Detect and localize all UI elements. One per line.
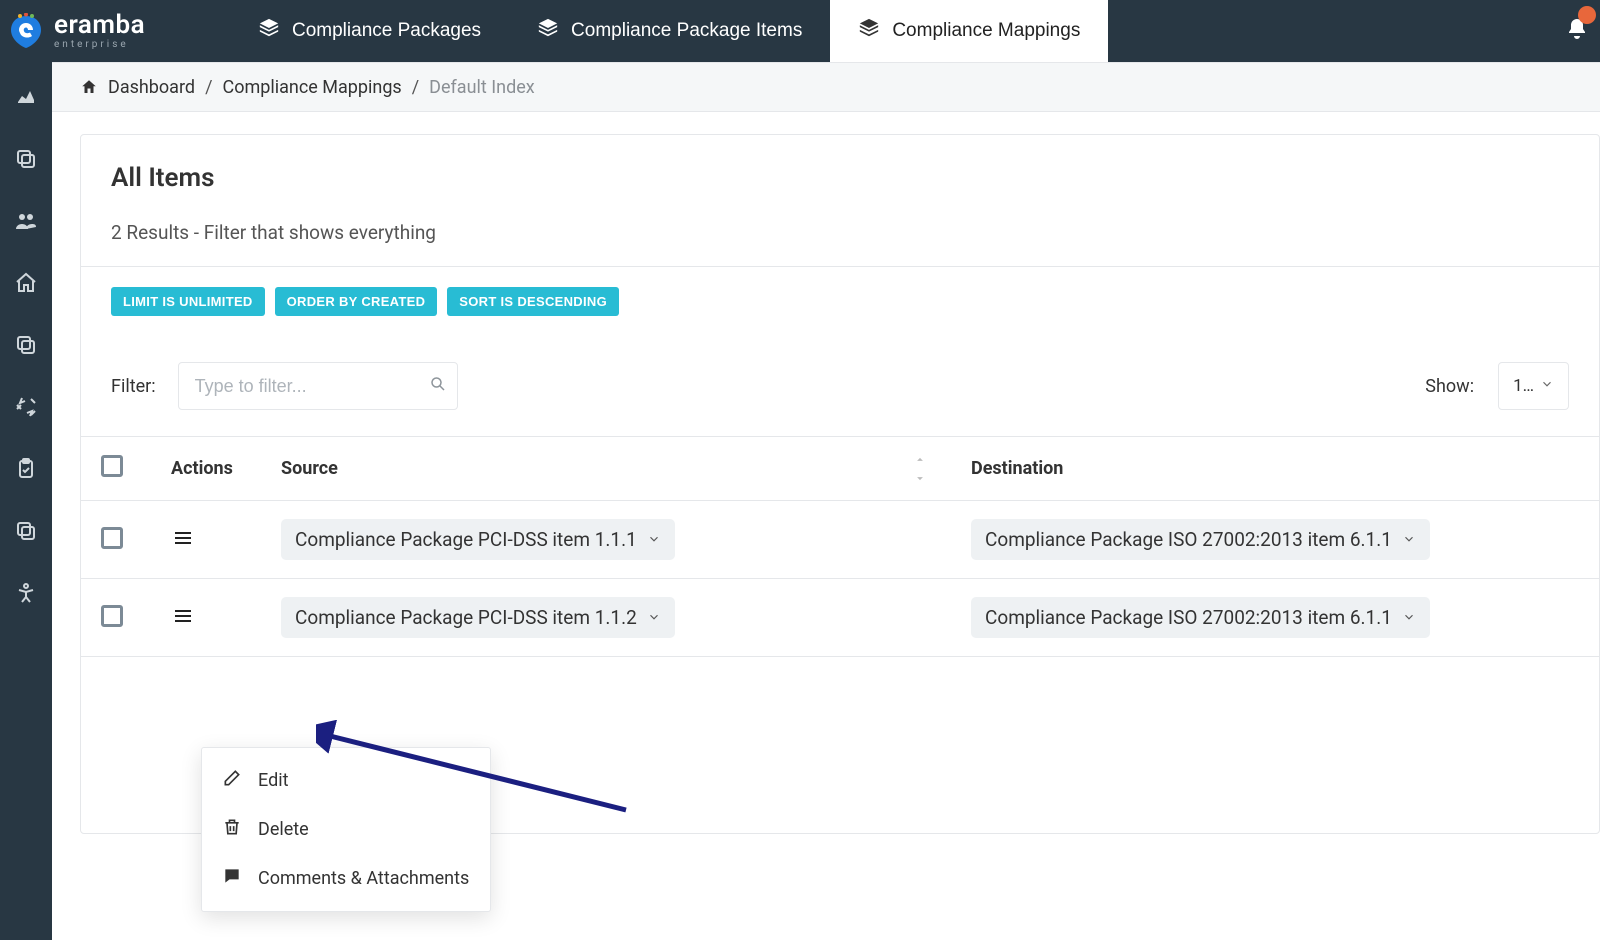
chevron-down-icon [1402,528,1416,551]
chip-sort[interactable]: SORT IS DESCENDING [447,287,619,316]
destination-text: Compliance Package ISO 27002:2013 item 6… [985,606,1392,629]
page-title: All Items [111,163,1569,193]
table-header-row: Actions Source Destination [81,437,1599,501]
select-all-checkbox[interactable] [101,455,123,477]
card-controls: LIMIT IS UNLIMITED ORDER BY CREATED SORT… [81,267,1599,326]
source-text: Compliance Package PCI-DSS item 1.1.1 [295,528,637,551]
crumb-separator: / [205,77,212,98]
brand-name: eramba [54,12,145,38]
destination-pill[interactable]: Compliance Package ISO 27002:2013 item 6… [971,597,1430,638]
notifications-button[interactable] [1554,0,1600,62]
chevron-down-icon [1540,376,1554,396]
crumb-compliance-mappings[interactable]: Compliance Mappings [223,77,402,98]
brand[interactable]: eramba enterprise [0,0,230,62]
header-actions: Actions [151,437,261,501]
destination-text: Compliance Package ISO 27002:2013 item 6… [985,528,1392,551]
nav-label: Compliance Mappings [892,20,1080,42]
row-actions-menu: Edit Delete Comments & Attachments [201,747,491,912]
layers-icon [258,17,280,45]
chevron-down-icon [647,528,661,551]
header-destination[interactable]: Destination [951,437,1599,501]
filter-label: Filter: [111,376,156,397]
menu-comments-attachments[interactable]: Comments & Attachments [202,854,490,903]
header-source[interactable]: Source [261,437,951,501]
pencil-icon [222,768,242,793]
rail-copy3-icon[interactable] [0,514,52,548]
menu-edit[interactable]: Edit [202,756,490,805]
menu-delete[interactable]: Delete [202,805,490,854]
crumb-current: Default Index [429,77,535,98]
show-select[interactable]: 1… [1498,362,1569,410]
header-checkbox-cell [81,437,151,501]
header-source-label: Source [281,458,338,479]
content-card: All Items 2 Results - Filter that shows … [80,134,1600,834]
chevron-down-icon [1402,606,1416,629]
breadcrumb: Dashboard / Compliance Mappings / Defaul… [52,62,1600,112]
comment-icon [222,866,242,891]
rail-copy2-icon[interactable] [0,328,52,362]
row-checkbox[interactable] [101,605,123,627]
rail-clipboard-icon[interactable] [0,452,52,486]
destination-pill[interactable]: Compliance Package ISO 27002:2013 item 6… [971,519,1430,560]
card-header: All Items 2 Results - Filter that shows … [81,135,1599,267]
top-header: eramba enterprise Compliance Packages Co… [0,0,1600,62]
row-checkbox[interactable] [101,527,123,549]
source-pill[interactable]: Compliance Package PCI-DSS item 1.1.1 [281,519,675,560]
menu-label: Comments & Attachments [258,868,469,889]
table-row: Compliance Package PCI-DSS item 1.1.1 Co… [81,501,1599,579]
notification-badge [1578,6,1596,24]
source-pill[interactable]: Compliance Package PCI-DSS item 1.1.2 [281,597,675,638]
filter-input-wrapper[interactable] [178,362,458,410]
nav-compliance-mappings[interactable]: Compliance Mappings [830,0,1108,62]
side-rail [0,62,52,940]
menu-label: Delete [258,819,309,840]
rail-home-icon[interactable] [0,266,52,300]
rail-dashboard-icon[interactable] [0,80,52,114]
layers-icon [858,17,880,45]
nav-compliance-packages[interactable]: Compliance Packages [230,0,509,62]
row-actions-button[interactable] [171,613,195,632]
topbar-right [1554,0,1600,62]
nav-label: Compliance Package Items [571,20,802,42]
crumb-separator: / [412,77,419,98]
home-icon [80,76,98,99]
filter-input[interactable] [193,375,429,398]
page-content: Dashboard / Compliance Mappings / Defaul… [52,62,1600,940]
top-nav: Compliance Packages Compliance Package I… [230,0,1108,62]
chip-limit[interactable]: LIMIT IS UNLIMITED [111,287,265,316]
rail-tools-icon[interactable] [0,390,52,424]
mappings-table: Actions Source Destination [81,436,1599,657]
sort-icon [913,455,927,483]
brand-logo-icon [8,13,44,49]
crumb-dashboard[interactable]: Dashboard [108,77,195,98]
rail-users-icon[interactable] [0,204,52,238]
row-actions-button[interactable] [171,535,195,554]
filter-row: Filter: Show: 1… [81,326,1599,436]
menu-label: Edit [258,770,288,791]
chip-order[interactable]: ORDER BY CREATED [275,287,438,316]
trash-icon [222,817,242,842]
nav-label: Compliance Packages [292,20,481,42]
rail-copy-icon[interactable] [0,142,52,176]
table-row: Compliance Package PCI-DSS item 1.1.2 Co… [81,579,1599,657]
show-label: Show: [1425,376,1474,397]
chevron-down-icon [647,606,661,629]
search-icon [429,375,447,397]
show-value: 1… [1513,376,1534,396]
result-summary: 2 Results - Filter that shows everything [111,221,1569,244]
nav-compliance-package-items[interactable]: Compliance Package Items [509,0,830,62]
brand-tagline: enterprise [54,40,145,50]
source-text: Compliance Package PCI-DSS item 1.1.2 [295,606,637,629]
layers-icon [537,17,559,45]
rail-accessibility-icon[interactable] [0,576,52,610]
